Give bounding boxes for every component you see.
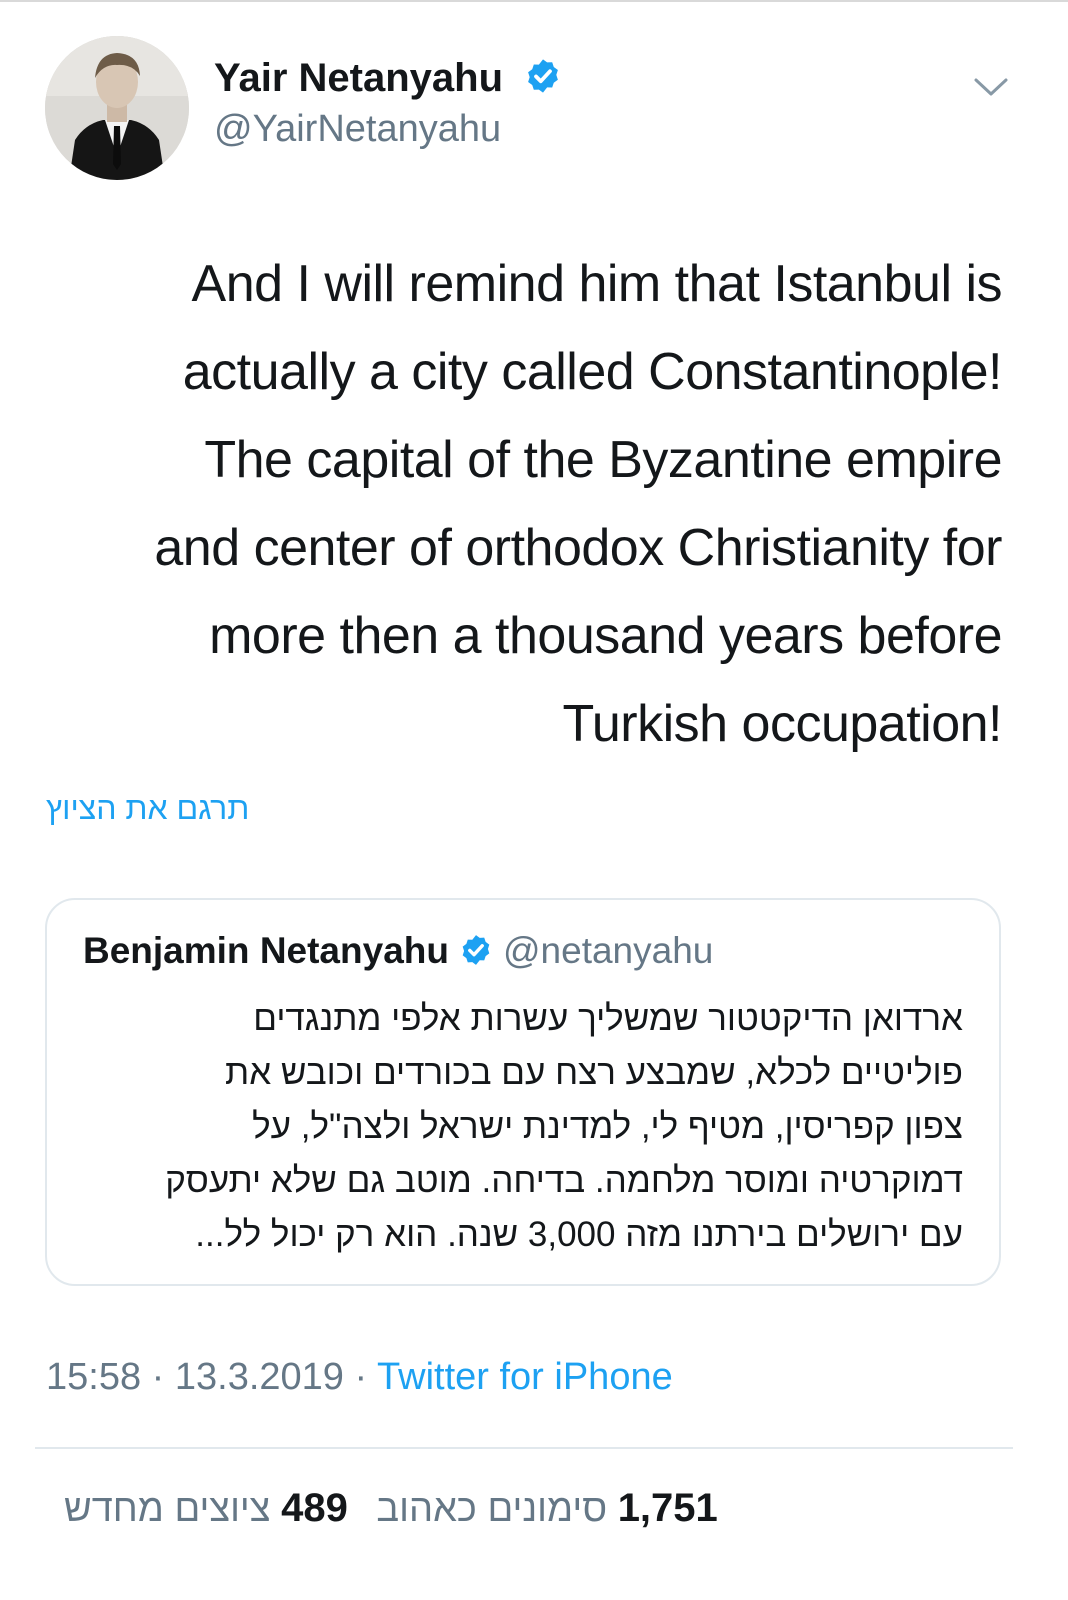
quoted-tweet-header: Benjamin Netanyahu @netanyahu <box>83 930 713 972</box>
tweet-line: The capital of the Byzantine empire <box>204 431 1002 489</box>
likes-label: סימונים כאהוב <box>376 1488 608 1530</box>
avatar-image <box>45 36 189 180</box>
tweet-meta: 15:58 · 13.3.2019 · Twitter for iPhone <box>46 1356 673 1399</box>
tweet-line: Turkish occupation! <box>562 695 1003 753</box>
avatar[interactable] <box>45 36 189 180</box>
quoted-tweet-text: ארדואן הדיקטטור שמשליך עשרות אלפי מתנגדי… <box>77 992 963 1262</box>
tweet-source-link[interactable]: Twitter for iPhone <box>377 1356 673 1398</box>
meta-separator: · <box>343 1356 378 1398</box>
author-handle[interactable]: @YairNetanyahu <box>214 108 501 151</box>
tweet-line: actually a city called Constantinople! <box>182 343 1003 401</box>
stats-divider <box>35 1447 1013 1449</box>
retweets-stat[interactable]: 489 ציוצים מחדש <box>64 1486 348 1531</box>
author-name-text[interactable]: Yair Netanyahu <box>214 56 503 100</box>
tweet-line: And I will remind him that Istanbul is <box>191 255 1003 313</box>
tweet-text: And I will remind him that Istanbul is a… <box>40 240 1002 768</box>
verified-badge-icon <box>528 59 559 93</box>
tweet-line: more then a thousand years before <box>209 607 1002 665</box>
tweet-date: 13.3.2019 <box>174 1356 344 1398</box>
retweets-count: 489 <box>281 1486 348 1530</box>
verified-badge-icon <box>462 935 490 965</box>
likes-stat[interactable]: 1,751 סימונים כאהוב <box>376 1486 717 1531</box>
quoted-tweet-line: עם ירושלים בירתנו מזה 3,000 שנה. הוא רק … <box>195 1215 963 1254</box>
tweet-stats: 1,751 סימונים כאהוב 489 ציוצים מחדש <box>46 1486 946 1531</box>
author-name[interactable]: Yair Netanyahu <box>214 56 562 101</box>
chevron-down-icon[interactable] <box>972 72 1010 102</box>
quoted-tweet-line: צפון קפריסין, מטיף לי, למדינת ישראל ולצה… <box>252 1107 963 1146</box>
retweets-label: ציוצים מחדש <box>64 1488 271 1530</box>
quoted-tweet-line: ארדואן הדיקטטור שמשליך עשרות אלפי מתנגדי… <box>253 999 963 1038</box>
meta-separator: · <box>141 1356 175 1398</box>
quoted-tweet-line: דמוקרטיה ומוסר מלחמה. בדיחה. מוטב גם שלא… <box>165 1161 963 1200</box>
tweet-time: 15:58 <box>46 1356 142 1398</box>
top-divider <box>0 0 1068 2</box>
quoted-tweet-line: פוליטיים לכלא, שמבצע רצח עם בכורדים וכוב… <box>225 1053 963 1092</box>
translate-tweet-link[interactable]: תרגם את הציוץ <box>46 790 306 827</box>
quoted-author-handle: @netanyahu <box>502 930 714 971</box>
quoted-tweet-card[interactable]: Benjamin Netanyahu @netanyahu ארדואן הדי… <box>45 898 1001 1286</box>
tweet-line: and center of orthodox Christianity for <box>154 519 1002 577</box>
quoted-author-name: Benjamin Netanyahu <box>83 930 449 971</box>
likes-count: 1,751 <box>617 1486 718 1530</box>
